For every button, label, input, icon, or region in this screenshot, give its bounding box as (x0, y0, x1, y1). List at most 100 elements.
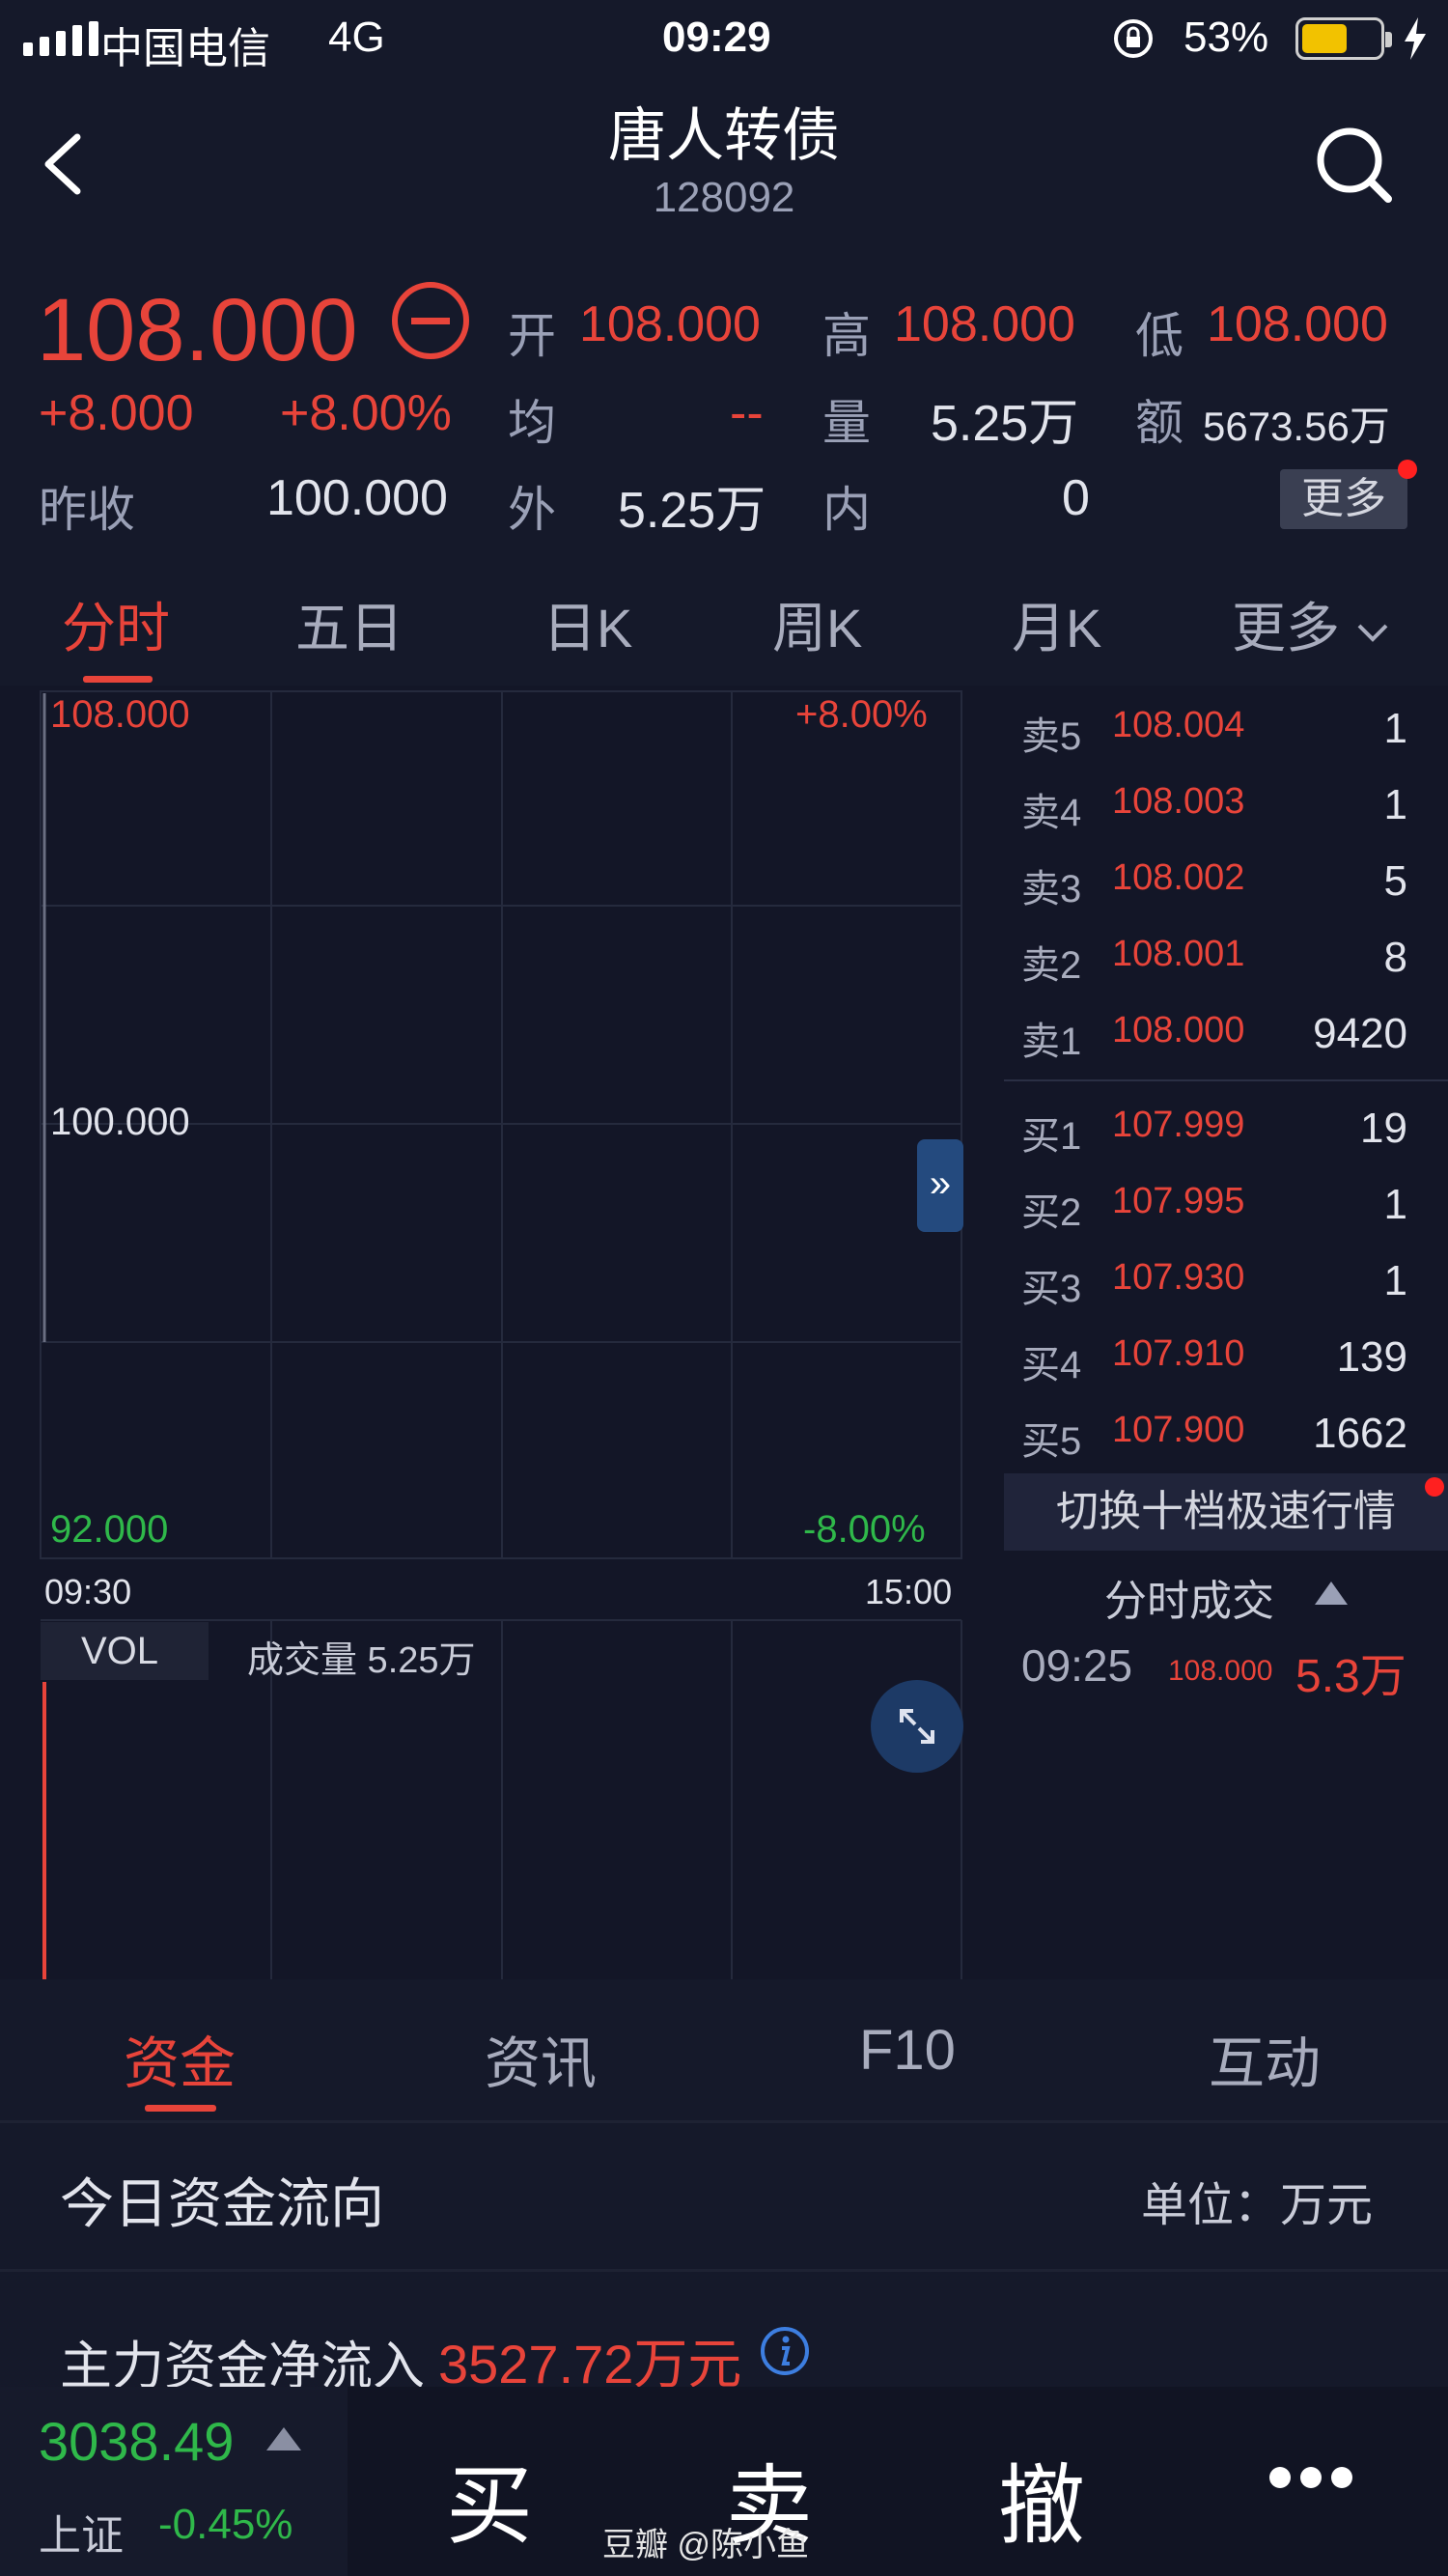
remove-watchlist-icon[interactable] (390, 280, 471, 361)
tab-interaction[interactable]: 互动 (1209, 2018, 1321, 2099)
pct-top-label: +8.00% (795, 693, 928, 736)
ask-row: 卖1 108.000 9420 (1021, 1010, 1407, 1086)
bid-price: 107.930 (1112, 1257, 1245, 1298)
low-label: 低 (1135, 309, 1183, 363)
ask-label: 卖4 (1021, 792, 1082, 834)
tab-monthly-k[interactable]: 月K (1012, 585, 1101, 663)
bid-row: 买3 107.930 1 (1021, 1257, 1407, 1333)
tab-more-label: 更多 (1232, 598, 1340, 658)
ticks-title[interactable]: 分时成交 (1104, 1566, 1274, 1628)
inner-label: 内 (822, 483, 871, 537)
fullscreen-button[interactable] (871, 1680, 963, 1773)
fullscreen-icon (900, 1709, 934, 1744)
ask-label: 卖2 (1021, 944, 1082, 987)
search-icon[interactable] (1313, 124, 1394, 205)
ask-price: 108.002 (1112, 857, 1245, 898)
more-quote-button[interactable]: 更多 (1280, 469, 1407, 529)
chart-tabs: 分时 五日 日K 周K 月K 更多 (0, 558, 1448, 684)
volume-value: 5.25万 (931, 396, 1079, 452)
security-code: 128092 (653, 174, 795, 221)
bid-volume: 139 (1336, 1333, 1407, 1381)
bid-volume: 1 (1383, 1181, 1407, 1228)
bid-price: 107.900 (1112, 1410, 1245, 1450)
bottom-bar: 3038.49 上证 -0.45% 买 卖 撤 豆瓣 @陈小鱼 (0, 2387, 1448, 2576)
tick-price: 108.000 (1168, 1655, 1273, 1687)
status-bar: 中国电信 4G 09:29 53% (0, 0, 1448, 77)
vol-indicator-button[interactable]: VOL (41, 1622, 209, 1680)
tab-f10[interactable]: F10 (859, 2018, 956, 2083)
time-start-label: 09:30 (44, 1572, 132, 1611)
bid-label: 买3 (1021, 1268, 1082, 1310)
ask-price: 108.003 (1112, 781, 1245, 822)
volume-text: 成交量 5.25万 (247, 1640, 476, 1681)
ask-row: 卖4 108.003 1 (1021, 781, 1407, 857)
network-label: 4G (328, 14, 385, 61)
bid-row: 买1 107.999 19 (1021, 1105, 1407, 1181)
pct-bottom-label: -8.00% (803, 1508, 926, 1551)
tab-news[interactable]: 资讯 (485, 2018, 597, 2099)
open-value: 108.000 (579, 296, 761, 352)
expand-orderbook-button[interactable]: » (917, 1139, 963, 1232)
outer-label: 外 (508, 483, 556, 537)
index-change: -0.45% (158, 2501, 293, 2548)
cancel-order-button[interactable]: 撤 (998, 2435, 1085, 2561)
triangle-up-icon[interactable] (1311, 1576, 1351, 1609)
section-tabs: 资金 资讯 F10 互动 (0, 1979, 1448, 2124)
tab-intraday[interactable]: 分时 (62, 585, 170, 663)
ask-label: 卖3 (1021, 868, 1082, 910)
ask-price: 108.004 (1112, 705, 1245, 745)
y-axis-top-label: 108.000 (50, 693, 190, 736)
ask-volume: 1 (1383, 705, 1407, 752)
avg-label: 均 (508, 396, 556, 450)
battery-icon (1295, 17, 1392, 60)
tab-funds[interactable]: 资金 (124, 2018, 236, 2099)
buy-button[interactable]: 买 (446, 2435, 533, 2561)
y-axis-bottom-label: 92.000 (50, 1508, 169, 1551)
tab-daily-k[interactable]: 日K (543, 585, 632, 663)
bid-price: 107.910 (1112, 1333, 1245, 1374)
avg-value: -- (730, 385, 764, 441)
tab-weekly-k[interactable]: 周K (772, 585, 862, 663)
more-icon[interactable] (1267, 2464, 1355, 2491)
bid-price: 107.999 (1112, 1105, 1245, 1145)
volume-label: 量 (822, 396, 871, 450)
tick-time: 09:25 (1021, 1640, 1133, 1691)
info-icon[interactable] (759, 2325, 811, 2377)
ask-price: 108.000 (1112, 1010, 1245, 1050)
clock: 09:29 (662, 14, 771, 61)
bid-label: 买5 (1021, 1420, 1082, 1463)
high-value: 108.000 (894, 296, 1075, 352)
y-axis-mid-label: 100.000 (50, 1101, 190, 1143)
section-tab-indicator (145, 2105, 216, 2112)
price-change: +8.000 (39, 385, 194, 441)
outer-value: 5.25万 (618, 483, 766, 539)
charging-icon (1405, 17, 1426, 60)
ask-price: 108.001 (1112, 934, 1245, 974)
intraday-chart (40, 690, 962, 1979)
ask-row: 卖5 108.004 1 (1021, 705, 1407, 781)
bid-label: 买4 (1021, 1344, 1082, 1386)
switch-level10-button[interactable]: 切换十档极速行情 (1004, 1473, 1448, 1551)
high-label: 高 (822, 309, 871, 363)
tick-volume: 5.3万 (1295, 1651, 1406, 1702)
tab-five-day[interactable]: 五日 (295, 585, 404, 663)
amount-value: 5673.56万 (1203, 404, 1390, 449)
bid-price: 107.995 (1112, 1181, 1245, 1221)
index-name: 上证 (39, 2512, 124, 2560)
page-title: 唐人转债 (608, 103, 840, 168)
bid-label: 买1 (1021, 1115, 1082, 1158)
bid-row: 买2 107.995 1 (1021, 1181, 1407, 1257)
chevron-down-icon (1357, 624, 1387, 643)
time-end-label: 15:00 (865, 1572, 953, 1611)
funds-divider (0, 2269, 1448, 2272)
amount-label: 额 (1135, 396, 1183, 450)
tab-more[interactable]: 更多 (1232, 585, 1390, 663)
ask-label: 卖5 (1021, 715, 1082, 758)
ask-row: 卖2 108.001 8 (1021, 934, 1407, 1010)
triangle-up-icon (266, 2427, 301, 2450)
bid-volume: 1 (1383, 1257, 1407, 1304)
ask-row: 卖3 108.002 5 (1021, 857, 1407, 934)
section-divider (0, 2120, 1448, 2123)
bid-volume: 1662 (1313, 1410, 1407, 1457)
watermark: 豆瓣 @陈小鱼 (602, 2527, 809, 2563)
